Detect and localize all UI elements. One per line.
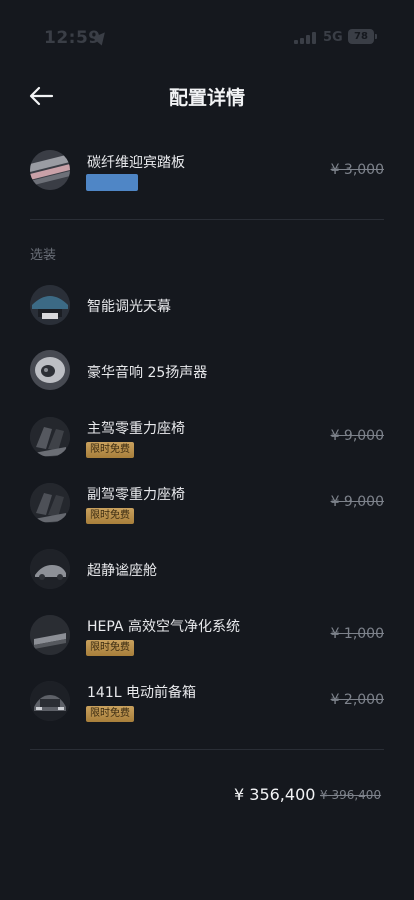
page-title: 配置详情 [168,87,245,109]
welcome-pedal-thumbnail [30,150,70,190]
section-label-options: 选装 [30,248,57,263]
driver-seat-thumbnail [30,417,70,457]
config-detail-screen: 12:59 5G 78 配置详情 碳纤维迎宾踏板 ¥ 3,000 选装 智能调光… [0,0,414,900]
divider [30,749,384,750]
option-name: 智能调光天幕 [87,299,171,315]
free-badge: 限时免费 [86,442,134,458]
quiet-cabin-thumbnail [30,549,70,589]
option-name: 超静谧座舱 [87,563,157,579]
free-badge: 限时免费 [86,706,134,722]
front-trunk-thumbnail [30,681,70,721]
option-name: 141L 电动前备箱 [87,685,196,701]
audio-thumbnail [30,350,70,390]
option-name: 主驾零重力座椅 [87,421,185,437]
network-type: 5G [323,30,343,45]
divider [30,219,384,220]
header: 配置详情 [0,76,414,116]
free-badge: 限时免费 [86,508,134,524]
list-item-welcome-pedal [0,150,414,210]
hepa-thumbnail [30,615,70,655]
welcome-pedal-name: 碳纤维迎宾踏板 [87,155,185,171]
status-bar: 12:59 5G 78 [0,0,414,76]
option-name: 豪华音响 25扬声器 [87,365,208,381]
total-original-price: ¥ 396,400 [320,788,382,802]
total-price: ¥ 356,400 [234,785,316,804]
cellular-signal-icon [294,32,318,44]
option-name: 副驾零重力座椅 [87,487,185,503]
free-badge: 限时免费 [86,640,134,656]
welcome-pedal-price: ¥ 3,000 [330,162,384,178]
option-price: ¥ 9,000 [330,428,384,444]
color-swatch [86,174,138,191]
battery-icon: 78 [348,29,374,44]
option-name: HEPA 高效空气净化系统 [87,619,240,635]
option-price: ¥ 1,000 [330,626,384,642]
option-price: ¥ 2,000 [330,692,384,708]
option-price: ¥ 9,000 [330,494,384,510]
passenger-seat-thumbnail [30,483,70,523]
battery-cap [375,34,377,39]
sunroof-thumbnail [30,285,70,325]
